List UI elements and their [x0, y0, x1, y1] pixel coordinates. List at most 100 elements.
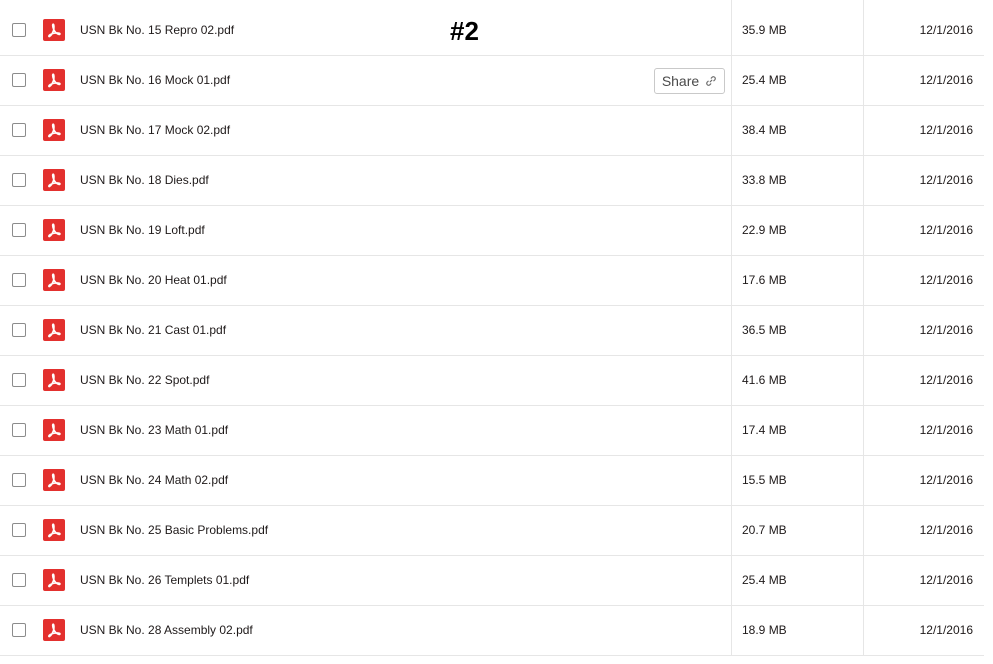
column-divider [731, 256, 732, 305]
row-checkbox[interactable] [12, 423, 26, 437]
column-divider [731, 206, 732, 255]
column-divider [863, 306, 864, 355]
column-divider [863, 106, 864, 155]
file-size: 35.9 MB [742, 23, 787, 37]
file-size: 38.4 MB [742, 123, 787, 137]
file-size: 17.4 MB [742, 423, 787, 437]
pdf-icon [43, 319, 65, 341]
row-checkbox[interactable] [12, 23, 26, 37]
file-name[interactable]: USN Bk No. 26 Templets 01.pdf [80, 573, 249, 587]
file-size: 15.5 MB [742, 473, 787, 487]
file-list: USN Bk No. 15 Repro 02.pdf 35.9 MB 12/1/… [0, 6, 984, 656]
file-row[interactable]: USN Bk No. 19 Loft.pdf 22.9 MB 12/1/2016 [0, 206, 984, 256]
file-modified-date: 12/1/2016 [919, 423, 973, 437]
row-checkbox[interactable] [12, 323, 26, 337]
column-divider [731, 406, 732, 455]
file-modified-date: 12/1/2016 [919, 23, 973, 37]
column-divider [731, 306, 732, 355]
column-divider [731, 556, 732, 605]
column-divider [731, 606, 732, 655]
file-name[interactable]: USN Bk No. 25 Basic Problems.pdf [80, 523, 268, 537]
file-row[interactable]: USN Bk No. 23 Math 01.pdf 17.4 MB 12/1/2… [0, 406, 984, 456]
row-checkbox[interactable] [12, 273, 26, 287]
file-row[interactable]: USN Bk No. 17 Mock 02.pdf 38.4 MB 12/1/2… [0, 106, 984, 156]
file-modified-date: 12/1/2016 [919, 323, 973, 337]
file-modified-date: 12/1/2016 [919, 173, 973, 187]
file-modified-date: 12/1/2016 [919, 123, 973, 137]
column-divider [731, 6, 732, 55]
row-checkbox[interactable] [12, 73, 26, 87]
pdf-icon [43, 69, 65, 91]
pdf-icon [43, 419, 65, 441]
file-row[interactable]: USN Bk No. 22 Spot.pdf 41.6 MB 12/1/2016 [0, 356, 984, 406]
file-name[interactable]: USN Bk No. 22 Spot.pdf [80, 373, 209, 387]
column-divider [863, 206, 864, 255]
file-modified-date: 12/1/2016 [919, 73, 973, 87]
file-name[interactable]: USN Bk No. 15 Repro 02.pdf [80, 23, 234, 37]
file-modified-date: 12/1/2016 [919, 373, 973, 387]
file-name[interactable]: USN Bk No. 19 Loft.pdf [80, 223, 205, 237]
file-name[interactable]: USN Bk No. 16 Mock 01.pdf [80, 73, 230, 87]
file-size: 20.7 MB [742, 523, 787, 537]
file-row[interactable]: USN Bk No. 24 Math 02.pdf 15.5 MB 12/1/2… [0, 456, 984, 506]
share-button-label: Share [661, 73, 700, 89]
file-size: 17.6 MB [742, 273, 787, 287]
file-modified-date: 12/1/2016 [919, 223, 973, 237]
column-divider [863, 506, 864, 555]
file-name[interactable]: USN Bk No. 17 Mock 02.pdf [80, 123, 230, 137]
row-checkbox[interactable] [12, 373, 26, 387]
file-name[interactable]: USN Bk No. 21 Cast 01.pdf [80, 323, 226, 337]
file-size: 22.9 MB [742, 223, 787, 237]
column-divider [731, 156, 732, 205]
column-divider [731, 106, 732, 155]
row-checkbox[interactable] [12, 473, 26, 487]
file-name[interactable]: USN Bk No. 20 Heat 01.pdf [80, 273, 227, 287]
pdf-icon [43, 169, 65, 191]
file-row[interactable]: USN Bk No. 15 Repro 02.pdf 35.9 MB 12/1/… [0, 6, 984, 56]
file-name[interactable]: USN Bk No. 24 Math 02.pdf [80, 473, 228, 487]
annotation-label: #2 [450, 16, 479, 46]
file-size: 41.6 MB [742, 373, 787, 387]
file-row[interactable]: USN Bk No. 26 Templets 01.pdf 25.4 MB 12… [0, 556, 984, 606]
pdf-icon [43, 369, 65, 391]
file-modified-date: 12/1/2016 [919, 623, 973, 637]
pdf-icon [43, 519, 65, 541]
pdf-icon [43, 469, 65, 491]
file-size: 36.5 MB [742, 323, 787, 337]
file-modified-date: 12/1/2016 [919, 473, 973, 487]
pdf-icon [43, 119, 65, 141]
file-modified-date: 12/1/2016 [919, 273, 973, 287]
file-modified-date: 12/1/2016 [919, 523, 973, 537]
file-row[interactable]: USN Bk No. 16 Mock 01.pdf 25.4 MB 12/1/2… [0, 56, 984, 106]
column-divider [863, 156, 864, 205]
column-divider [731, 506, 732, 555]
file-row[interactable]: USN Bk No. 25 Basic Problems.pdf 20.7 MB… [0, 506, 984, 556]
row-checkbox[interactable] [12, 173, 26, 187]
column-divider [863, 556, 864, 605]
row-checkbox[interactable] [12, 123, 26, 137]
file-row[interactable]: USN Bk No. 28 Assembly 02.pdf 18.9 MB 12… [0, 606, 984, 656]
pdf-icon [43, 269, 65, 291]
row-checkbox[interactable] [12, 573, 26, 587]
column-divider [863, 256, 864, 305]
pdf-icon [43, 619, 65, 641]
file-name[interactable]: USN Bk No. 18 Dies.pdf [80, 173, 209, 187]
link-icon [706, 76, 716, 86]
column-divider [731, 356, 732, 405]
file-row[interactable]: USN Bk No. 18 Dies.pdf 33.8 MB 12/1/2016 [0, 156, 984, 206]
row-checkbox[interactable] [12, 623, 26, 637]
pdf-icon [43, 219, 65, 241]
file-row[interactable]: USN Bk No. 20 Heat 01.pdf 17.6 MB 12/1/2… [0, 256, 984, 306]
share-button[interactable]: Share [654, 68, 725, 94]
column-divider [863, 606, 864, 655]
file-name[interactable]: USN Bk No. 28 Assembly 02.pdf [80, 623, 253, 637]
pdf-icon [43, 19, 65, 41]
column-divider [731, 456, 732, 505]
column-divider [863, 406, 864, 455]
file-row[interactable]: USN Bk No. 21 Cast 01.pdf 36.5 MB 12/1/2… [0, 306, 984, 356]
file-size: 33.8 MB [742, 173, 787, 187]
file-name[interactable]: USN Bk No. 23 Math 01.pdf [80, 423, 228, 437]
row-checkbox[interactable] [12, 523, 26, 537]
file-size: 25.4 MB [742, 73, 787, 87]
row-checkbox[interactable] [12, 223, 26, 237]
